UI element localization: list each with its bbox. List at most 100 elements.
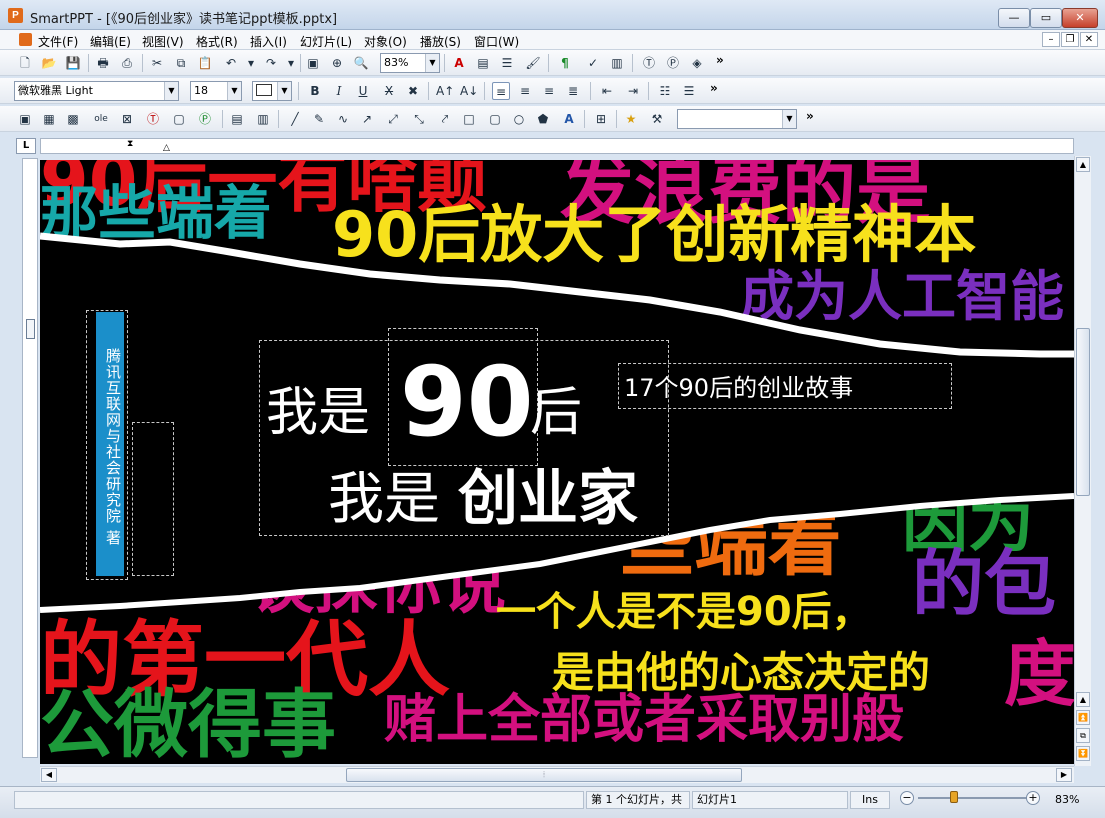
italic-button[interactable]: I — [330, 82, 348, 100]
tab-stop-selector[interactable]: L — [16, 138, 36, 154]
open-folder-icon[interactable]: 📂 — [40, 54, 58, 72]
chevron-down-icon[interactable]: ▼ — [164, 82, 178, 100]
scroll-up-small-icon[interactable]: ▲ — [1076, 692, 1090, 707]
vertical-scroll-thumb[interactable] — [1076, 328, 1090, 496]
undo-dropdown-icon[interactable]: ▾ — [242, 54, 260, 72]
tools-icon[interactable]: ⚒ — [648, 110, 666, 128]
indent-marker-icon[interactable]: △ — [163, 143, 170, 153]
new-file-icon[interactable]: 🗋 — [16, 54, 34, 72]
scroll-right-icon[interactable]: ▶ — [1056, 768, 1072, 782]
copy-slide-icon[interactable]: ⧉ — [1076, 728, 1090, 743]
table-icon[interactable]: ▦ — [40, 110, 58, 128]
toolbar-more-icon[interactable]: » — [716, 53, 724, 67]
style-combo[interactable]: ▼ — [677, 109, 797, 129]
menu-play[interactable]: 播放(S) — [420, 33, 461, 50]
actual-size-icon[interactable]: ▣ — [304, 54, 322, 72]
select-object-icon[interactable]: ▣ — [16, 110, 34, 128]
previous-slide-icon[interactable]: ⏫ — [1076, 710, 1090, 725]
rect-frame-icon[interactable]: ▢ — [170, 110, 188, 128]
rectangle-icon[interactable]: □ — [460, 110, 478, 128]
ppt-icon[interactable]: Ⓟ — [664, 54, 682, 72]
line-tool-icon[interactable]: ╱ — [286, 110, 304, 128]
minimize-button[interactable]: — — [998, 8, 1030, 28]
horizontal-scroll-thumb[interactable]: ⦙ — [346, 768, 742, 782]
smartppt-app-icon[interactable]: P — [8, 8, 23, 23]
bold-button[interactable]: B — [306, 82, 324, 100]
chevron-down-icon[interactable]: ▼ — [277, 82, 291, 100]
menu-edit[interactable]: 编辑(E) — [90, 33, 131, 50]
connector-icon[interactable]: ⤢ — [384, 110, 402, 128]
format-painter-icon[interactable]: 🖌 — [524, 54, 542, 72]
save-icon[interactable]: 💾 — [64, 54, 82, 72]
redo-icon[interactable]: ↷ — [262, 54, 280, 72]
paste-icon[interactable]: 📋 — [196, 54, 214, 72]
media-icon[interactable]: ▤ — [228, 110, 246, 128]
vertical-ruler[interactable] — [22, 158, 38, 758]
chart-icon[interactable]: ▥ — [608, 54, 626, 72]
indent-marker-icon[interactable]: ⧗ — [127, 139, 133, 149]
font-color-icon[interactable]: A — [450, 54, 468, 72]
doc-restore-button[interactable]: ❐ — [1061, 32, 1079, 47]
zoom-slider-knob[interactable] — [950, 791, 959, 803]
increase-indent-icon[interactable]: ⇥ — [624, 82, 642, 100]
strikethrough-button[interactable]: X — [380, 82, 398, 100]
underline-button[interactable]: U — [354, 82, 372, 100]
toolbar-more-icon[interactable]: » — [806, 109, 814, 123]
numbered-list-icon[interactable]: ☰ — [680, 82, 698, 100]
copy-icon[interactable]: ⧉ — [172, 54, 190, 72]
zoom-page-icon[interactable]: ⊕ — [328, 54, 346, 72]
list-icon[interactable]: ☰ — [498, 54, 516, 72]
ellipse-icon[interactable]: ○ — [510, 110, 528, 128]
toolbar-more-icon[interactable]: » — [710, 81, 718, 95]
maximize-button[interactable]: ▭ — [1030, 8, 1062, 28]
decrease-indent-icon[interactable]: ⇤ — [598, 82, 616, 100]
shapes-icon[interactable]: ⬟ — [534, 110, 552, 128]
cut-icon[interactable]: ✂ — [148, 54, 166, 72]
align-center-button[interactable]: ≡ — [516, 82, 534, 100]
menu-window[interactable]: 窗口(W) — [474, 33, 519, 50]
print-icon[interactable]: 🖶 — [94, 54, 112, 72]
menu-format[interactable]: 格式(R) — [196, 33, 238, 50]
layers-icon[interactable]: ◈ — [688, 54, 706, 72]
menu-view[interactable]: 视图(V) — [142, 33, 184, 50]
wordart-icon[interactable]: A — [560, 110, 578, 128]
export-pdf-icon[interactable]: ⎙ — [118, 54, 136, 72]
frame-icon[interactable]: ⊠ — [118, 110, 136, 128]
chevron-down-icon[interactable]: ▼ — [227, 82, 241, 100]
close-button[interactable]: ✕ — [1062, 8, 1098, 28]
menu-insert[interactable]: 插入(I) — [250, 33, 287, 50]
group-icon[interactable]: ⊞ — [592, 110, 610, 128]
zoom-combo[interactable]: 83% ▼ — [380, 53, 440, 73]
image-icon[interactable]: ▩ — [64, 110, 82, 128]
textbox-icon[interactable]: Ⓣ — [144, 110, 162, 128]
picture-frame-icon[interactable]: Ⓟ — [196, 110, 214, 128]
scroll-up-icon[interactable]: ▲ — [1076, 157, 1090, 172]
menu-slide[interactable]: 幻灯片(L) — [300, 33, 352, 50]
redo-dropdown-icon[interactable]: ▾ — [282, 54, 300, 72]
justify-button[interactable]: ≣ — [564, 82, 582, 100]
border-color-combo[interactable]: ▼ — [252, 81, 292, 101]
increase-font-icon[interactable]: A↑ — [436, 82, 454, 100]
chevron-down-icon[interactable]: ▼ — [782, 110, 796, 128]
zoom-in-button[interactable]: + — [1026, 791, 1040, 805]
bullet-list-icon[interactable]: ☷ — [656, 82, 674, 100]
magnifier-icon[interactable]: 🔍 — [352, 54, 370, 72]
curve-tool-icon[interactable]: ∿ — [334, 110, 352, 128]
doc-minimize-button[interactable]: – — [1042, 32, 1060, 47]
doc-close-button[interactable]: ✕ — [1080, 32, 1098, 47]
elbow-connector-icon[interactable]: ⤡ — [410, 110, 428, 128]
font-size-combo[interactable]: 18 ▼ — [190, 81, 242, 101]
paragraph-mark-icon[interactable]: ¶ — [556, 54, 574, 72]
slide-canvas[interactable]: 90后一有啥颠 发浪费的是 那些端着 成为人工智能 90后放大了创新精神本 些端… — [40, 160, 1074, 764]
format-icon[interactable]: ▤ — [474, 54, 492, 72]
bent-connector-icon[interactable]: ⤤ — [436, 110, 454, 128]
template-icon[interactable]: Ⓣ — [640, 54, 658, 72]
vertical-scrollbar[interactable]: ▲ ▲ ⏫ ⧉ ⏬ — [1074, 156, 1091, 766]
horizontal-scrollbar[interactable]: ◀ ⦙ ▶ — [40, 766, 1074, 783]
undo-icon[interactable]: ↶ — [222, 54, 240, 72]
star-icon[interactable]: ★ — [622, 110, 640, 128]
document-icon[interactable] — [19, 33, 32, 46]
next-slide-icon[interactable]: ⏬ — [1076, 746, 1090, 761]
font-name-combo[interactable]: 微软雅黑 Light ▼ — [14, 81, 179, 101]
decrease-font-icon[interactable]: A↓ — [460, 82, 478, 100]
